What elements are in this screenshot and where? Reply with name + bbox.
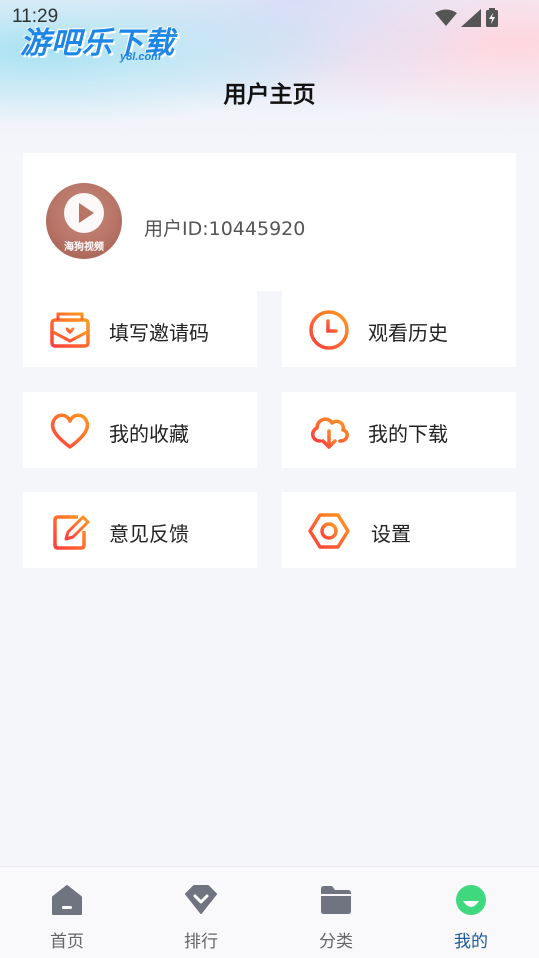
tab-category-label: 分类 bbox=[319, 932, 353, 952]
play-icon bbox=[64, 193, 104, 233]
status-icons bbox=[435, 8, 499, 28]
my-downloads-button[interactable]: 我的下载 bbox=[282, 392, 516, 468]
invite-code-button[interactable]: 填写邀请码 bbox=[23, 291, 257, 367]
watermark-subtext: y8l.com bbox=[120, 51, 161, 63]
avatar[interactable]: 海狗视频 bbox=[46, 183, 122, 259]
watch-history-label: 观看历史 bbox=[368, 321, 448, 345]
my-favorites-label: 我的收藏 bbox=[109, 422, 189, 446]
gear-icon bbox=[308, 513, 350, 549]
tab-ranking-label: 排行 bbox=[184, 932, 218, 952]
profile-icon bbox=[456, 885, 486, 915]
cloud-download-icon bbox=[311, 417, 349, 449]
home-icon bbox=[52, 885, 82, 915]
tab-category[interactable]: 分类 bbox=[269, 867, 403, 958]
bottom-tab-bar: 首页 排行 分类 我的 bbox=[0, 866, 539, 958]
envelope-heart-icon bbox=[50, 312, 90, 348]
avatar-label: 海狗视频 bbox=[64, 242, 104, 253]
user-id: 用户ID:10445920 bbox=[144, 218, 306, 240]
settings-button[interactable]: 设置 bbox=[282, 492, 516, 568]
feedback-label: 意见反馈 bbox=[109, 522, 189, 546]
watermark-logo: 游吧乐下载 y8l.com bbox=[20, 18, 190, 66]
wifi-icon bbox=[435, 9, 457, 26]
heart-icon bbox=[50, 413, 90, 449]
signal-icon bbox=[461, 9, 481, 27]
settings-label: 设置 bbox=[371, 522, 411, 546]
watch-history-button[interactable]: 观看历史 bbox=[282, 291, 516, 367]
page-title: 用户主页 bbox=[223, 82, 316, 108]
edit-note-icon bbox=[53, 515, 90, 550]
profile-card: 海狗视频 用户ID:10445920 bbox=[23, 153, 516, 291]
folder-icon bbox=[321, 886, 351, 914]
tab-home-label: 首页 bbox=[50, 932, 84, 952]
tab-home[interactable]: 首页 bbox=[0, 867, 134, 958]
ranking-icon bbox=[185, 885, 217, 914]
feedback-button[interactable]: 意见反馈 bbox=[23, 492, 257, 568]
watermark-text: 游吧乐下载 bbox=[20, 26, 175, 61]
my-downloads-label: 我的下载 bbox=[368, 422, 448, 446]
tab-mine[interactable]: 我的 bbox=[404, 867, 538, 958]
battery-icon bbox=[486, 8, 498, 27]
my-favorites-button[interactable]: 我的收藏 bbox=[23, 392, 257, 468]
clock-icon bbox=[309, 310, 349, 350]
tab-mine-label: 我的 bbox=[454, 932, 488, 952]
tab-ranking[interactable]: 排行 bbox=[134, 867, 268, 958]
invite-code-label: 填写邀请码 bbox=[109, 321, 209, 345]
